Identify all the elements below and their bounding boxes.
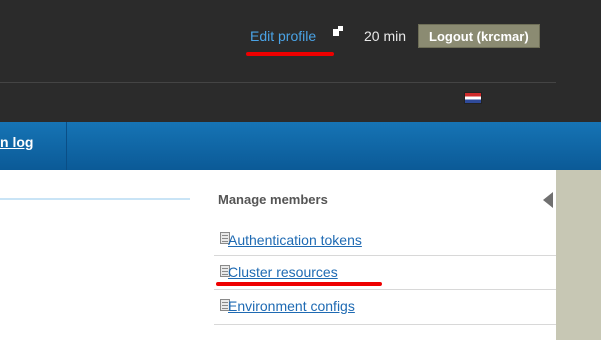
edit-profile-link[interactable]: Edit profile xyxy=(250,28,316,44)
edit-profile-icon[interactable] xyxy=(332,25,344,37)
nav-item-log[interactable]: n log xyxy=(0,134,33,150)
cluster-resources-highlight xyxy=(216,282,382,286)
secondary-header-bar xyxy=(0,70,601,122)
logout-button[interactable]: Logout (krcmar) xyxy=(418,24,540,48)
list-divider xyxy=(214,255,556,256)
right-side-panel xyxy=(556,170,601,340)
list-divider xyxy=(214,289,556,290)
nav-divider xyxy=(66,122,67,170)
main-navigation-bar xyxy=(0,122,601,170)
header-divider xyxy=(0,82,556,83)
content-divider-line xyxy=(0,198,190,200)
link-authentication-tokens[interactable]: Authentication tokens xyxy=(228,232,362,248)
language-flag-icon[interactable] xyxy=(464,92,482,104)
link-cluster-resources[interactable]: Cluster resources xyxy=(228,264,338,280)
edit-profile-highlight xyxy=(246,52,334,56)
panel-pointer-arrow xyxy=(543,192,553,208)
session-time-remaining: 20 min xyxy=(364,28,407,44)
list-divider xyxy=(214,324,556,325)
link-environment-configs[interactable]: Environment configs xyxy=(228,298,355,314)
manage-members-title: Manage members xyxy=(218,192,328,207)
